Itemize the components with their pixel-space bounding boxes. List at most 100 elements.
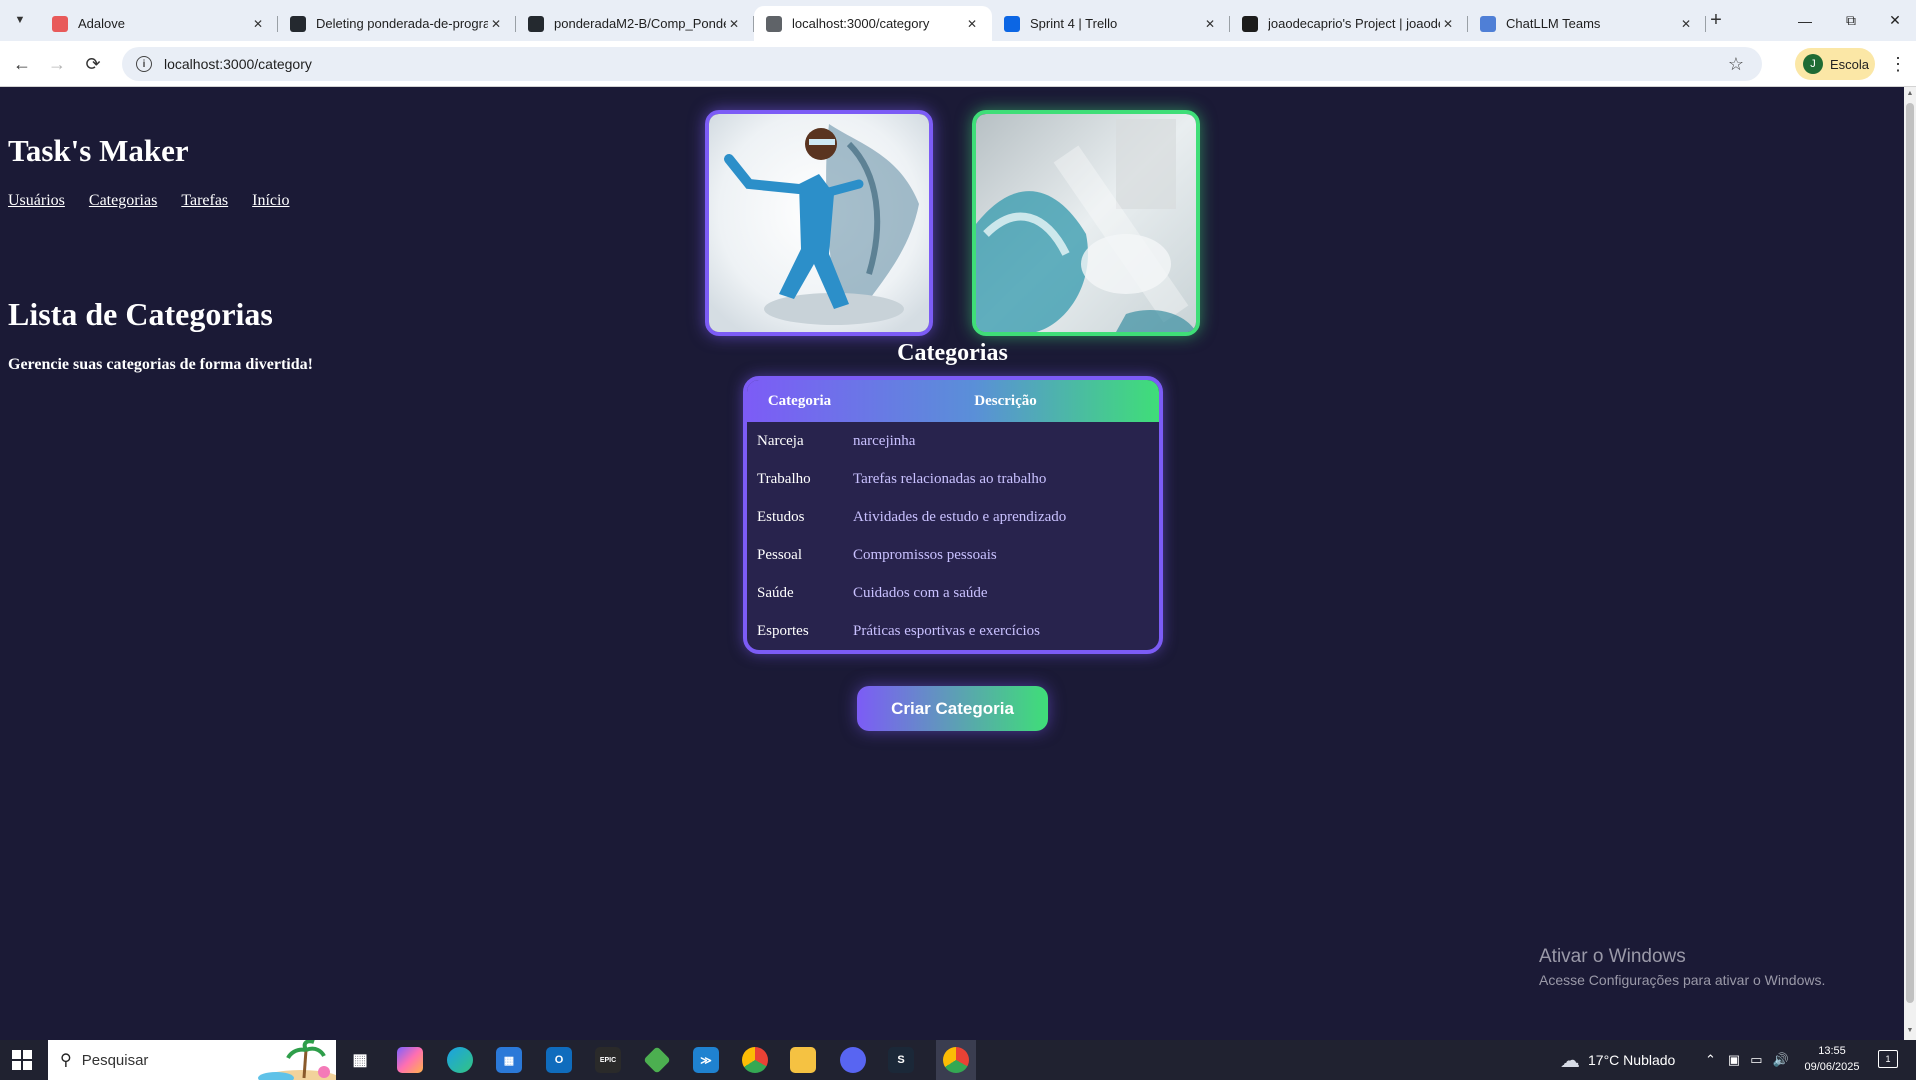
category-name-cell: Esportes	[757, 622, 809, 639]
adalove-icon	[52, 15, 68, 32]
site-info-icon[interactable]: i	[136, 56, 152, 72]
forward-button[interactable]: →	[43, 50, 71, 78]
outlook-icon[interactable]: O	[546, 1047, 572, 1073]
file-explorer-icon[interactable]	[790, 1047, 816, 1073]
github-icon	[290, 15, 306, 32]
scroll-up-icon[interactable]: ▲	[1906, 90, 1914, 100]
avatar: J	[1803, 54, 1823, 74]
browser-tab[interactable]: Deleting ponderada-de-progra ✕	[278, 6, 516, 41]
minimize-button[interactable]: —	[1782, 0, 1828, 41]
minecraft-icon[interactable]	[643, 1046, 671, 1074]
browser-tab[interactable]: Sprint 4 | Trello ✕	[992, 6, 1230, 41]
weather-widget[interactable]: ☁ 17°C Nublado	[1560, 1040, 1675, 1080]
table-row: Estudos Atividades de estudo e aprendizad…	[747, 498, 1159, 536]
browser-menu-icon[interactable]: ⋮	[1888, 50, 1908, 78]
edge-icon[interactable]	[447, 1047, 473, 1073]
microsoft-store-icon[interactable]: ▦	[496, 1047, 522, 1073]
tab-list: Adalove ✕ Deleting ponderada-de-progra ✕ pon…	[40, 6, 1706, 41]
github-icon	[528, 15, 544, 32]
tab-close-icon[interactable]: ✕	[1678, 16, 1694, 32]
close-window-button[interactable]: ✕	[1874, 0, 1916, 41]
browser-tab[interactable]: joaodecaprio's Project | joaode ✕	[1230, 6, 1468, 41]
section-title: Categorias	[0, 340, 1904, 367]
browser-tab[interactable]: localhost:3000/category ✕	[754, 6, 992, 41]
tab-title: joaodecaprio's Project | joaode	[1268, 16, 1440, 31]
category-description-cell: Cuidados com a saúde	[853, 584, 988, 601]
notification-center-icon[interactable]: 1	[1878, 1050, 1898, 1068]
category-description-cell: Tarefas relacionadas ao trabalho	[853, 470, 1047, 487]
nav-link-categorias[interactable]: Categorias	[89, 192, 157, 210]
categories-table: Categoria Descrição Narceja narcejinha Tra…	[743, 376, 1163, 654]
tab-search-chevron-icon[interactable]: ▼	[8, 8, 32, 32]
category-description-cell: Atividades de estudo e aprendizado	[853, 508, 1067, 525]
column-header-descricao: Descrição	[974, 392, 1037, 409]
create-category-button[interactable]: Criar Categoria	[857, 686, 1048, 731]
tray-icons: ⌃ ▣ ▭ 🔊	[1705, 1040, 1789, 1080]
tab-title: localhost:3000/category	[792, 16, 930, 31]
page-content: Task's Maker Usuários Categorias Tarefas…	[0, 87, 1904, 1040]
search-icon: ⚲	[60, 1052, 72, 1069]
url-text[interactable]: localhost:3000/category	[164, 56, 312, 72]
profile-button[interactable]: J Escola	[1795, 48, 1875, 80]
tab-title: ponderadaM2-B/Comp_Ponder	[554, 16, 726, 31]
windows-start-icon[interactable]	[12, 1050, 32, 1070]
nav-link-inicio[interactable]: Início	[252, 192, 289, 210]
nav-link-usuarios[interactable]: Usuários	[8, 192, 65, 210]
chrome-icon[interactable]	[943, 1047, 969, 1073]
bookmark-star-icon[interactable]: ☆	[1728, 54, 1744, 75]
profile-label: Escola	[1830, 56, 1870, 72]
clock-time: 13:55	[1818, 1045, 1846, 1057]
globe-icon	[766, 15, 782, 32]
meet-icon[interactable]: ▣	[1728, 1052, 1740, 1068]
beach-illustration-icon	[258, 1040, 336, 1080]
tab-close-icon[interactable]: ✕	[1440, 16, 1456, 32]
address-bar[interactable]: i localhost:3000/category ☆	[122, 47, 1762, 81]
reload-button[interactable]: ⟳	[79, 50, 107, 78]
table-row: Saúde Cuidados com a saúde	[747, 574, 1159, 612]
frozone-image	[705, 110, 933, 336]
chrome-profile-icon[interactable]	[742, 1047, 768, 1073]
taskbar-search[interactable]: ⚲ Pesquisar	[48, 1040, 336, 1080]
tab-close-icon[interactable]: ✕	[964, 16, 980, 32]
browser-tab[interactable]: Adalove ✕	[40, 6, 278, 41]
tab-close-icon[interactable]: ✕	[250, 16, 266, 32]
page-scrollbar[interactable]: ▲ ▼	[1904, 87, 1916, 1040]
scrollbar-thumb[interactable]	[1906, 103, 1914, 1003]
epic-games-icon[interactable]: EPIC	[595, 1047, 621, 1073]
search-placeholder: Pesquisar	[81, 1051, 149, 1069]
network-icon[interactable]: ▭	[1750, 1052, 1762, 1068]
category-name-cell: Saúde	[757, 584, 794, 601]
browser-tab[interactable]: ChatLLM Teams ✕	[1468, 6, 1706, 41]
windows-activation-watermark: Ativar o Windows Acesse Configurações pa…	[1539, 946, 1825, 988]
clock-date: 09/06/2025	[1804, 1061, 1860, 1073]
back-button[interactable]: ←	[8, 50, 36, 78]
page-title: Lista de Categorias	[8, 296, 273, 332]
tab-close-icon[interactable]: ✕	[1202, 16, 1218, 32]
vscode-icon[interactable]: ≫	[693, 1047, 719, 1073]
restore-button[interactable]: ⧉	[1828, 0, 1874, 41]
show-hidden-icons-icon[interactable]: ⌃	[1705, 1052, 1716, 1068]
tab-title: Sprint 4 | Trello	[1030, 16, 1118, 31]
task-view-icon[interactable]: ▦	[347, 1047, 373, 1073]
tab-close-icon[interactable]: ✕	[488, 16, 504, 32]
category-name-cell: Pessoal	[757, 546, 802, 563]
category-name-cell: Estudos	[757, 508, 805, 525]
scroll-down-icon[interactable]: ▼	[1906, 1027, 1914, 1037]
category-description-cell: Compromissos pessoais	[853, 546, 997, 563]
chatllm-icon	[1480, 15, 1496, 32]
browser-tab[interactable]: ponderadaM2-B/Comp_Ponder ✕	[516, 6, 754, 41]
browser-toolbar: ← → ⟳ i localhost:3000/category ☆ J Esco…	[0, 41, 1916, 87]
category-description-cell: Práticas esportivas e exercícios	[853, 622, 1041, 639]
copilot-icon[interactable]	[397, 1047, 423, 1073]
new-tab-button[interactable]: +	[1704, 8, 1728, 32]
discord-icon[interactable]	[840, 1047, 866, 1073]
table-row: Trabalho Tarefas relacionadas ao trabalho	[747, 460, 1159, 498]
volume-icon[interactable]: 🔊	[1773, 1052, 1789, 1068]
system-clock[interactable]: 13:55 09/06/2025	[1802, 1043, 1862, 1075]
browser-tabstrip: ▼ Adalove ✕ Deleting ponderada-de-progra ✕ p…	[0, 0, 1916, 41]
tab-close-icon[interactable]: ✕	[726, 16, 742, 32]
table-row: Esportes Práticas esportivas e exercícios	[747, 612, 1159, 650]
steam-icon[interactable]: S	[888, 1047, 914, 1073]
nav-link-tarefas[interactable]: Tarefas	[181, 192, 228, 210]
main-nav: Usuários Categorias Tarefas Início	[8, 192, 289, 210]
